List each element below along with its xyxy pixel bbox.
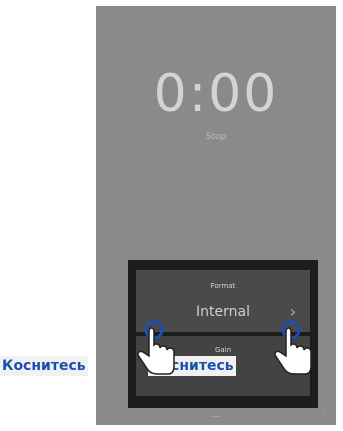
tap-callout-left: Коснитесь [0, 356, 88, 376]
home-indicator-icon[interactable] [208, 412, 224, 417]
status-bar: · · · · [118, 10, 148, 18]
recording-timer: 0:00 [153, 64, 279, 124]
more-options-icon[interactable]: ⋮ [320, 410, 329, 419]
tap-hand-icon [137, 320, 175, 375]
format-title: Format [210, 282, 236, 290]
navigation-bar: ⋮ [96, 410, 336, 425]
recorder-state-label: Stop [205, 132, 227, 142]
tap-hand-icon [274, 320, 312, 375]
